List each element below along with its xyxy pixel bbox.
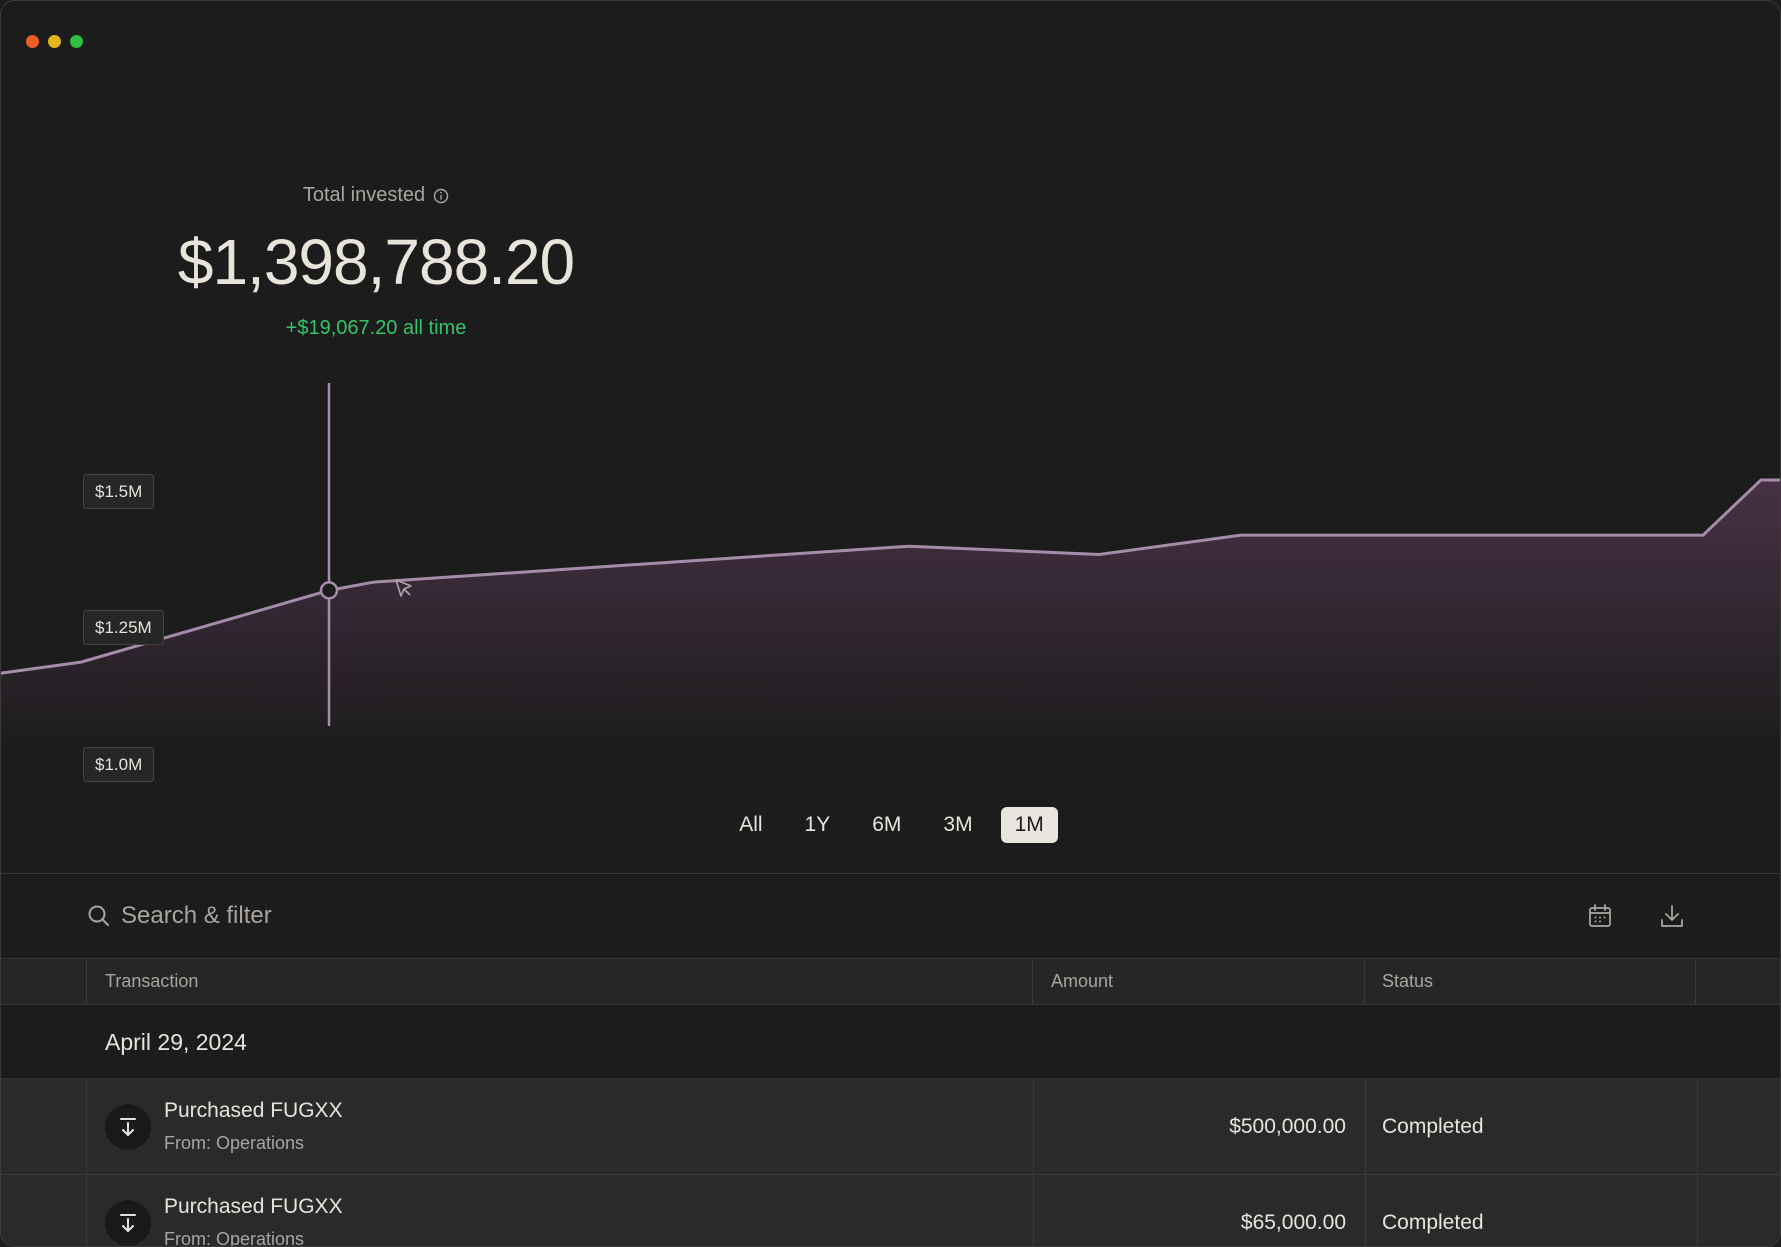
table-row[interactable]: Purchased FUGXX From: Operations $500,00… <box>1 1079 1780 1175</box>
date-group-header: April 29, 2024 <box>1 1005 1780 1079</box>
transaction-type-badge <box>105 1200 151 1246</box>
arrow-down-to-line-icon <box>120 1214 136 1232</box>
chart-hover-point[interactable] <box>319 581 339 600</box>
transaction-source: From: Operations <box>164 1229 305 1247</box>
y-tick-label: $1.0M <box>83 747 155 782</box>
portfolio-chart[interactable] <box>1 371 1781 741</box>
transaction-amount: $500,000.00 <box>1229 1115 1346 1138</box>
info-icon[interactable] <box>433 188 449 204</box>
download-icon[interactable] <box>1658 902 1686 930</box>
transactions-table: Transaction Amount Status April 29, 2024… <box>1 958 1780 1247</box>
column-divider <box>86 959 87 1004</box>
range-1m[interactable]: 1M <box>1000 807 1058 843</box>
table-toolbar <box>1 873 1780 958</box>
range-3m[interactable]: 3M <box>929 807 986 843</box>
column-divider <box>86 1175 87 1246</box>
transaction-title: Purchased FUGXX <box>164 1099 343 1122</box>
y-tick-label: $1.5M <box>83 474 155 509</box>
range-1y[interactable]: 1Y <box>791 807 845 843</box>
total-invested-value: $1,398,788.20 <box>177 226 575 298</box>
column-divider <box>1697 1175 1698 1246</box>
column-header-transaction[interactable]: Transaction <box>105 959 198 1004</box>
transaction-type-badge <box>105 1104 151 1150</box>
column-divider <box>1365 1079 1366 1174</box>
search-input[interactable] <box>121 896 621 936</box>
column-divider <box>1695 959 1696 1004</box>
column-divider <box>1365 1175 1366 1246</box>
range-6m[interactable]: 6M <box>858 807 915 843</box>
column-divider <box>1033 1079 1034 1174</box>
transaction-title: Purchased FUGXX <box>164 1195 343 1218</box>
cursor-icon <box>395 579 412 597</box>
minimize-window-button[interactable] <box>48 35 61 48</box>
maximize-window-button[interactable] <box>70 35 83 48</box>
window-controls <box>26 35 83 48</box>
y-tick-label: $1.25M <box>83 610 164 645</box>
investment-summary: Total invested $1,398,788.20 +$19,067.20… <box>151 184 601 340</box>
column-divider <box>86 1079 87 1174</box>
search-icon <box>88 905 109 926</box>
column-divider <box>1033 1175 1034 1246</box>
column-divider <box>1697 1079 1698 1174</box>
column-header-status[interactable]: Status <box>1382 959 1433 1004</box>
column-header-amount[interactable]: Amount <box>1051 959 1113 1004</box>
group-date: April 29, 2024 <box>105 1029 247 1055</box>
calendar-icon[interactable] <box>1586 902 1614 930</box>
chart-area <box>1 479 1780 741</box>
close-window-button[interactable] <box>26 35 39 48</box>
column-divider <box>1364 959 1365 1004</box>
transaction-status: Completed <box>1382 1115 1484 1138</box>
table-header: Transaction Amount Status <box>1 958 1780 1005</box>
time-range-selector: All 1Y 6M 3M 1M <box>1 807 1780 843</box>
app-window: Total invested $1,398,788.20 +$19,067.20… <box>0 0 1781 1247</box>
column-divider <box>1032 959 1033 1004</box>
summary-label: Total invested <box>302 184 426 206</box>
table-row[interactable]: Purchased FUGXX From: Operations $65,000… <box>1 1175 1780 1247</box>
all-time-change: +$19,067.20 all time <box>285 317 467 339</box>
range-all[interactable]: All <box>725 807 776 843</box>
transaction-amount: $65,000.00 <box>1240 1211 1346 1234</box>
summary-label-row: Total invested <box>303 184 449 207</box>
transaction-source: From: Operations <box>164 1133 305 1153</box>
transaction-status: Completed <box>1382 1211 1484 1234</box>
arrow-down-to-line-icon <box>120 1118 136 1136</box>
